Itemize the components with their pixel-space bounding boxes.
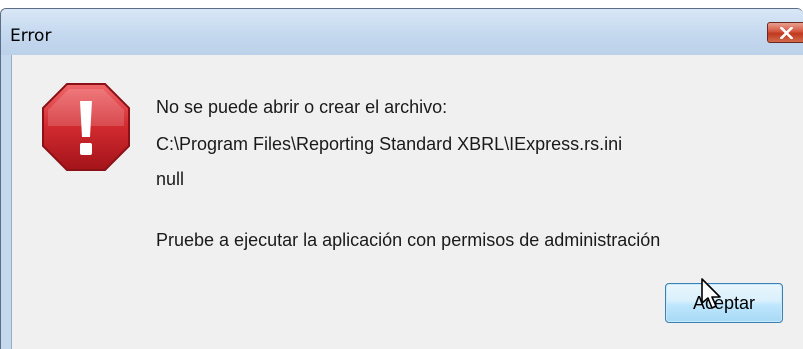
close-icon: [780, 27, 793, 39]
error-exclamation-icon: [42, 83, 130, 171]
mouse-pointer-icon: [701, 278, 721, 309]
close-button[interactable]: [767, 22, 803, 43]
message-line-1: No se puede abrir o crear el archivo:: [156, 97, 448, 117]
message-hint: Pruebe a ejecutar la aplicación con perm…: [156, 230, 661, 250]
dialog-body: No se puede abrir o crear el archivo: C:…: [11, 55, 803, 349]
title-bar[interactable]: Error: [1, 9, 803, 55]
window-title: Error: [10, 26, 52, 46]
message-line-null: null: [156, 169, 185, 189]
message-file-path: C:\Program Files\Reporting Standard XBRL…: [156, 134, 623, 154]
error-dialog-window: Error No se puede abrir o crear el archi…: [0, 8, 803, 349]
accept-button[interactable]: Aceptar: [665, 283, 783, 323]
